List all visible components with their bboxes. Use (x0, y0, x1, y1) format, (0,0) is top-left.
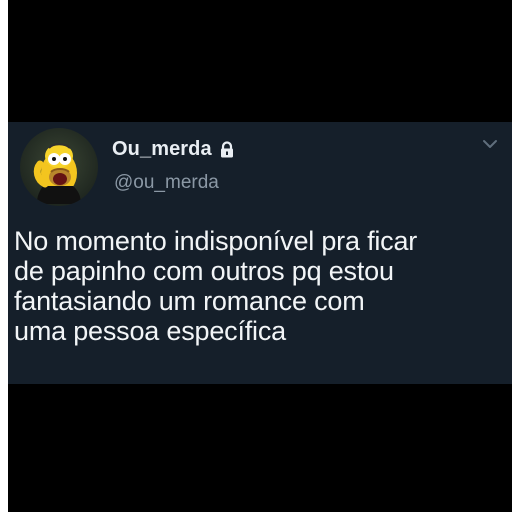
tweet-text-line: de papinho com outros pq estou (14, 256, 394, 286)
tweet-card[interactable]: Ou_merda @ou_merda No momento indisponív… (8, 122, 512, 384)
tweet-text-line: uma pessoa específica (14, 316, 286, 346)
user-handle[interactable]: @ou_merda (114, 172, 219, 194)
cartoon-avatar-icon (33, 143, 81, 204)
display-name[interactable]: Ou_merda (112, 138, 212, 161)
tweet-text-line: fantasiando um romance com (14, 286, 365, 316)
tweet-text: No momento indisponível pra ficar de pap… (14, 226, 506, 346)
avatar[interactable] (20, 128, 98, 206)
lock-icon (220, 140, 233, 157)
screenshot-frame: Ou_merda @ou_merda No momento indisponív… (8, 0, 512, 512)
chevron-down-icon[interactable] (482, 138, 498, 150)
tweet-text-line: No momento indisponível pra ficar (14, 226, 418, 256)
name-row[interactable]: Ou_merda (112, 137, 236, 161)
